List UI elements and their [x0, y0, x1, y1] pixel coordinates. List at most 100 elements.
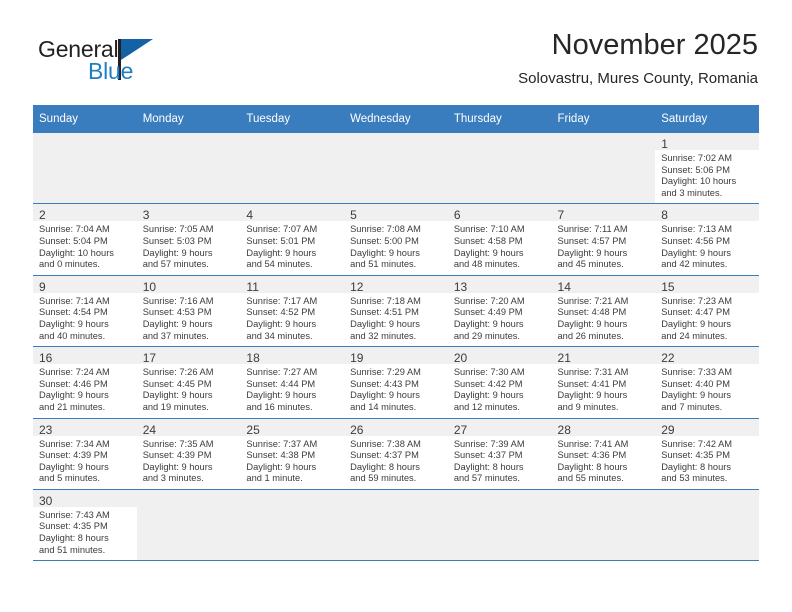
day-sunrise-text: Sunrise: 7:16 AM — [142, 295, 214, 306]
day-daylight-text: and 21 minutes. — [39, 401, 106, 412]
day-sunset-text: Sunset: 4:36 PM — [557, 450, 627, 461]
title-block: November 2025 Solovastru, Mures County, … — [518, 28, 758, 90]
calendar-cell-empty — [33, 133, 137, 205]
day-number: 1 — [661, 137, 668, 151]
day-sunset-text: Sunset: 4:37 PM — [453, 450, 523, 461]
day-daylight-text: Daylight: 8 hours — [350, 461, 420, 472]
calendar-day-cell[interactable]: 11 Sunrise: 7:17 AM Sunset: 4:52 PM Dayligh… — [240, 275, 345, 348]
day-sunset-text: Sunset: 4:42 PM — [453, 378, 523, 389]
calendar-cell-empty — [551, 489, 656, 562]
day-daylight-text: and 1 minute. — [246, 473, 303, 484]
day-number: 16 — [39, 351, 53, 366]
day-sunset-text: Sunset: 5:06 PM — [661, 164, 730, 175]
calendar-day-cell[interactable]: 20 Sunrise: 7:30 AM Sunset: 4:42 PM Dayligh… — [447, 346, 552, 419]
calendar-day-cell[interactable]: 7 Sunrise: 7:11 AM Sunset: 4:57 PM Daylight… — [551, 203, 656, 276]
day-number: 10 — [142, 279, 157, 294]
day-sunrise-text: Sunrise: 7:30 AM — [453, 367, 525, 378]
logo-text-blue: Blue — [88, 58, 134, 84]
day-number: 12 — [350, 279, 364, 294]
day-daylight-text: and 9 minutes. — [557, 401, 619, 412]
day-sunrise-text: Sunrise: 7:13 AM — [661, 224, 733, 235]
calendar-week-row: 16 Sunrise: 7:24 AM Sunset: 4:46 PM Dayligh… — [33, 346, 759, 419]
day-daylight-text: Daylight: 9 hours — [453, 390, 524, 401]
general-blue-logo: General Blue — [34, 36, 214, 94]
page-subtitle: Solovastru, Mures County, Romania — [518, 70, 758, 87]
day-sunset-text: Sunset: 4:53 PM — [142, 307, 212, 318]
day-sunset-text: Sunset: 4:51 PM — [350, 307, 419, 318]
day-number: 7 — [557, 208, 565, 223]
calendar-day-cell[interactable]: 21 Sunrise: 7:31 AM Sunset: 4:41 PM Dayligh… — [551, 346, 656, 419]
day-number: 17 — [142, 351, 157, 366]
calendar-day-cell[interactable]: 13 Sunrise: 7:20 AM Sunset: 4:49 PM Dayligh… — [447, 275, 552, 348]
calendar-week-row: 1 Sunrise: 7:02 AM Sunset: 5:06 PM Daylight… — [33, 133, 759, 205]
day-daylight-text: Daylight: 10 hours — [661, 176, 737, 187]
day-number: 26 — [350, 422, 364, 437]
day-sunrise-text: Sunrise: 7:21 AM — [557, 295, 629, 306]
calendar-day-cell[interactable]: 6 Sunrise: 7:10 AM Sunset: 4:58 PM Daylight… — [447, 203, 552, 276]
calendar-week-row: 9 Sunrise: 7:14 AM Sunset: 4:54 PM Daylight… — [33, 275, 759, 348]
calendar-day-cell[interactable]: 22 Sunrise: 7:33 AM Sunset: 4:40 PM Dayligh… — [655, 346, 759, 419]
calendar-day-cell[interactable]: 27 Sunrise: 7:39 AM Sunset: 4:37 PM Dayligh… — [447, 418, 552, 490]
calendar-day-cell[interactable]: 10 Sunrise: 7:16 AM Sunset: 4:53 PM Dayligh… — [136, 275, 241, 348]
day-daylight-text: Daylight: 9 hours — [39, 318, 109, 329]
day-sunrise-text: Sunrise: 7:29 AM — [350, 367, 421, 378]
calendar-day-cell[interactable]: 25 Sunrise: 7:37 AM Sunset: 4:38 PM Dayligh… — [240, 418, 345, 490]
day-sunrise-text: Sunrise: 7:24 AM — [39, 367, 110, 378]
calendar-day-cell[interactable]: 14 Sunrise: 7:21 AM Sunset: 4:48 PM Dayligh… — [551, 275, 656, 348]
calendar-day-cell[interactable]: 23 Sunrise: 7:34 AM Sunset: 4:39 PM Dayligh… — [33, 418, 137, 490]
day-daylight-text: Daylight: 9 hours — [557, 318, 628, 329]
calendar-day-cell[interactable]: 19 Sunrise: 7:29 AM Sunset: 4:43 PM Dayligh… — [344, 346, 448, 419]
weekday-header-monday: Monday — [136, 105, 241, 133]
calendar-day-cell[interactable]: 2 Sunrise: 7:04 AM Sunset: 5:04 PM Daylight… — [33, 203, 137, 276]
calendar-day-cell[interactable]: 3 Sunrise: 7:05 AM Sunset: 5:03 PM Daylight… — [136, 203, 241, 276]
calendar-day-cell[interactable]: 18 Sunrise: 7:27 AM Sunset: 4:44 PM Dayligh… — [240, 346, 345, 419]
calendar-cell-empty — [344, 133, 448, 205]
calendar-day-cell[interactable]: 12 Sunrise: 7:18 AM Sunset: 4:51 PM Dayligh… — [344, 275, 448, 348]
calendar-day-cell[interactable]: 16 Sunrise: 7:24 AM Sunset: 4:46 PM Dayligh… — [33, 346, 137, 419]
day-daylight-text: and 16 minutes. — [246, 401, 313, 412]
day-daylight-text: and 24 minutes. — [661, 330, 728, 341]
day-sunrise-text: Sunrise: 7:41 AM — [557, 438, 629, 449]
day-number: 18 — [246, 351, 260, 366]
day-number: 15 — [661, 279, 675, 294]
day-number: 19 — [350, 351, 364, 366]
calendar-day-cell[interactable]: 8 Sunrise: 7:13 AM Sunset: 4:56 PM Daylight… — [655, 203, 759, 276]
calendar-day-cell[interactable]: 1 Sunrise: 7:02 AM Sunset: 5:06 PM Daylight… — [655, 133, 759, 205]
day-number: 3 — [142, 208, 150, 223]
day-sunset-text: Sunset: 4:41 PM — [557, 378, 627, 389]
calendar-day-cell[interactable]: 9 Sunrise: 7:14 AM Sunset: 4:54 PM Daylight… — [33, 275, 137, 348]
calendar-cell-empty — [344, 489, 448, 562]
calendar-day-cell[interactable]: 26 Sunrise: 7:38 AM Sunset: 4:37 PM Dayligh… — [344, 418, 448, 490]
day-number: 23 — [39, 422, 53, 437]
calendar-day-cell[interactable]: 17 Sunrise: 7:26 AM Sunset: 4:45 PM Dayligh… — [136, 346, 241, 419]
day-sunrise-text: Sunrise: 7:14 AM — [39, 295, 110, 306]
calendar-day-cell[interactable]: 28 Sunrise: 7:41 AM Sunset: 4:36 PM Dayligh… — [551, 418, 656, 490]
day-sunset-text: Sunset: 4:57 PM — [557, 235, 627, 246]
day-daylight-text: and 3 minutes. — [661, 187, 723, 198]
calendar-day-cell[interactable]: 29 Sunrise: 7:42 AM Sunset: 4:35 PM Dayligh… — [655, 418, 759, 490]
day-daylight-text: and 26 minutes. — [557, 330, 624, 341]
day-sunset-text: Sunset: 4:49 PM — [453, 307, 523, 318]
day-daylight-text: Daylight: 9 hours — [246, 247, 317, 258]
calendar-day-cell[interactable]: 4 Sunrise: 7:07 AM Sunset: 5:01 PM Daylight… — [240, 203, 345, 276]
day-number: 28 — [557, 422, 571, 437]
calendar-day-cell[interactable]: 15 Sunrise: 7:23 AM Sunset: 4:47 PM Dayligh… — [655, 275, 759, 348]
day-sunset-text: Sunset: 4:35 PM — [39, 521, 108, 532]
calendar-day-cell[interactable]: 30 Sunrise: 7:43 AM Sunset: 4:35 PM Dayligh… — [33, 489, 137, 562]
calendar-week-row: 30 Sunrise: 7:43 AM Sunset: 4:35 PM Dayligh… — [33, 489, 759, 562]
day-number: 2 — [39, 208, 46, 223]
calendar-day-cell[interactable]: 24 Sunrise: 7:35 AM Sunset: 4:39 PM Dayligh… — [136, 418, 241, 490]
day-daylight-text: and 42 minutes. — [661, 259, 728, 270]
day-sunset-text: Sunset: 4:48 PM — [557, 307, 627, 318]
day-sunrise-text: Sunrise: 7:11 AM — [557, 224, 628, 235]
calendar-day-cell[interactable]: 5 Sunrise: 7:08 AM Sunset: 5:00 PM Daylight… — [344, 203, 448, 276]
page-header: General Blue November 2025 Solovastru, M… — [34, 28, 758, 100]
day-number: 22 — [661, 351, 675, 366]
day-daylight-text: and 40 minutes. — [39, 330, 106, 341]
day-sunrise-text: Sunrise: 7:17 AM — [246, 295, 318, 306]
calendar-cell-empty — [136, 133, 241, 205]
day-daylight-text: and 14 minutes. — [350, 401, 417, 412]
day-daylight-text: and 29 minutes. — [453, 330, 520, 341]
day-daylight-text: and 12 minutes. — [453, 401, 520, 412]
day-sunset-text: Sunset: 4:39 PM — [142, 450, 212, 461]
